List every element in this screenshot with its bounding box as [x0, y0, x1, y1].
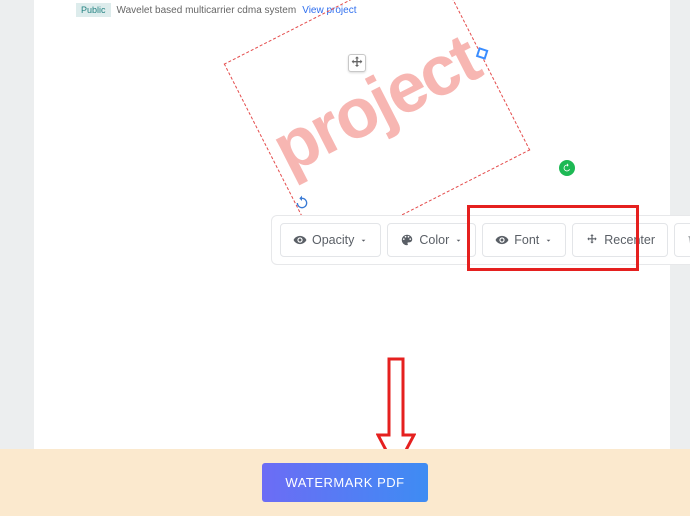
watermark-toolbar: Opacity Color Font Recenter [271, 215, 690, 265]
delete-button[interactable] [674, 223, 690, 257]
opacity-label: Opacity [312, 233, 354, 247]
move-icon [585, 233, 599, 247]
watermark-text[interactable]: project [259, 18, 491, 189]
eye-icon [495, 233, 509, 247]
footer-bar: WATERMARK PDF [0, 449, 690, 516]
recenter-label: Recenter [604, 233, 655, 247]
chevron-down-icon [359, 236, 368, 245]
color-button[interactable]: Color [387, 223, 476, 257]
watermark-bounding-box[interactable]: project [260, 0, 494, 215]
document-title: Wavelet based multicarrier cdma system [117, 5, 297, 16]
recenter-button[interactable]: Recenter [572, 223, 668, 257]
color-label: Color [419, 233, 449, 247]
grammarly-icon[interactable] [559, 160, 575, 176]
chevron-down-icon [544, 236, 553, 245]
document-header-line: Public Wavelet based multicarrier cdma s… [76, 3, 357, 17]
trash-icon [686, 233, 690, 247]
eye-icon [293, 233, 307, 247]
watermark-pdf-button[interactable]: WATERMARK PDF [262, 463, 427, 502]
palette-icon [400, 233, 414, 247]
visibility-badge: Public [76, 3, 111, 17]
opacity-button[interactable]: Opacity [280, 223, 381, 257]
font-button[interactable]: Font [482, 223, 566, 257]
font-label: Font [514, 233, 539, 247]
chevron-down-icon [454, 236, 463, 245]
document-canvas: Public Wavelet based multicarrier cdma s… [34, 0, 670, 449]
